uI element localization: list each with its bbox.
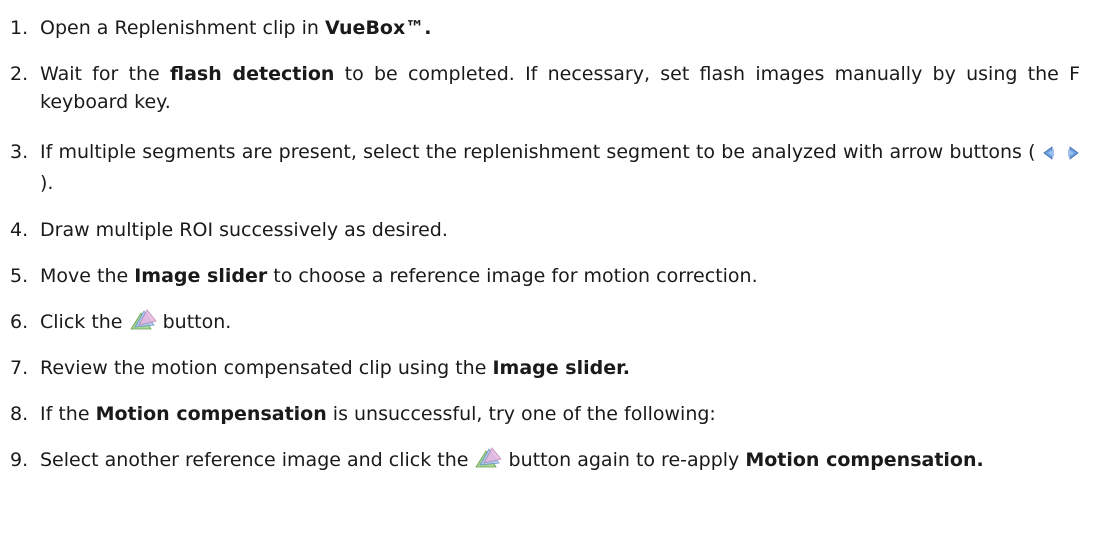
step-number: 2. xyxy=(10,63,29,85)
step-text: If multiple segments are present, select… xyxy=(40,138,1080,197)
step-number: 5. xyxy=(10,265,29,287)
step-8: 8. If the Motion compensation is unsucce… xyxy=(0,400,1090,428)
step-text: Review the motion compensated clip using… xyxy=(40,357,630,379)
arrow-right-icon xyxy=(1064,141,1080,169)
motion-compensation-icon xyxy=(474,447,503,477)
arrow-left-icon xyxy=(1042,141,1058,169)
step-text: Open a Replenishment clip in VueBox™. xyxy=(40,17,432,39)
step-9: 9. Select another reference image and cl… xyxy=(0,446,1090,477)
step-number: 3. xyxy=(10,141,29,163)
step-6: 6. Click the button. xyxy=(0,308,1090,339)
step-3: 3. If multiple segments are present, sel… xyxy=(0,138,1090,197)
step-7: 7. Review the motion compensated clip us… xyxy=(0,354,1090,382)
step-text: Wait for the flash detection to be compl… xyxy=(40,63,1081,113)
step-number: 4. xyxy=(10,219,29,241)
step-number: 8. xyxy=(10,403,29,425)
step-text: If the Motion compensation is unsuccessf… xyxy=(40,403,716,425)
step-4: 4. Draw multiple ROI successively as des… xyxy=(0,216,1090,244)
step-number: 9. xyxy=(10,449,29,471)
step-text: Draw multiple ROI successively as desire… xyxy=(40,219,448,241)
step-text: Select another reference image and click… xyxy=(40,446,1080,477)
step-text: Move the Image slider to choose a refere… xyxy=(40,265,758,287)
step-number: 1. xyxy=(10,17,29,39)
motion-compensation-icon xyxy=(129,309,157,339)
step-text: Click the button. xyxy=(40,308,1090,339)
app-name: VueBox™. xyxy=(325,17,432,39)
step-number: 6. xyxy=(10,311,29,333)
step-number: 7. xyxy=(10,357,29,379)
step-1: 1. Open a Replenishment clip in VueBox™. xyxy=(0,14,1090,42)
step-5: 5. Move the Image slider to choose a ref… xyxy=(0,262,1090,290)
step-2: 2. Wait for the flash detection to be co… xyxy=(0,60,1090,116)
